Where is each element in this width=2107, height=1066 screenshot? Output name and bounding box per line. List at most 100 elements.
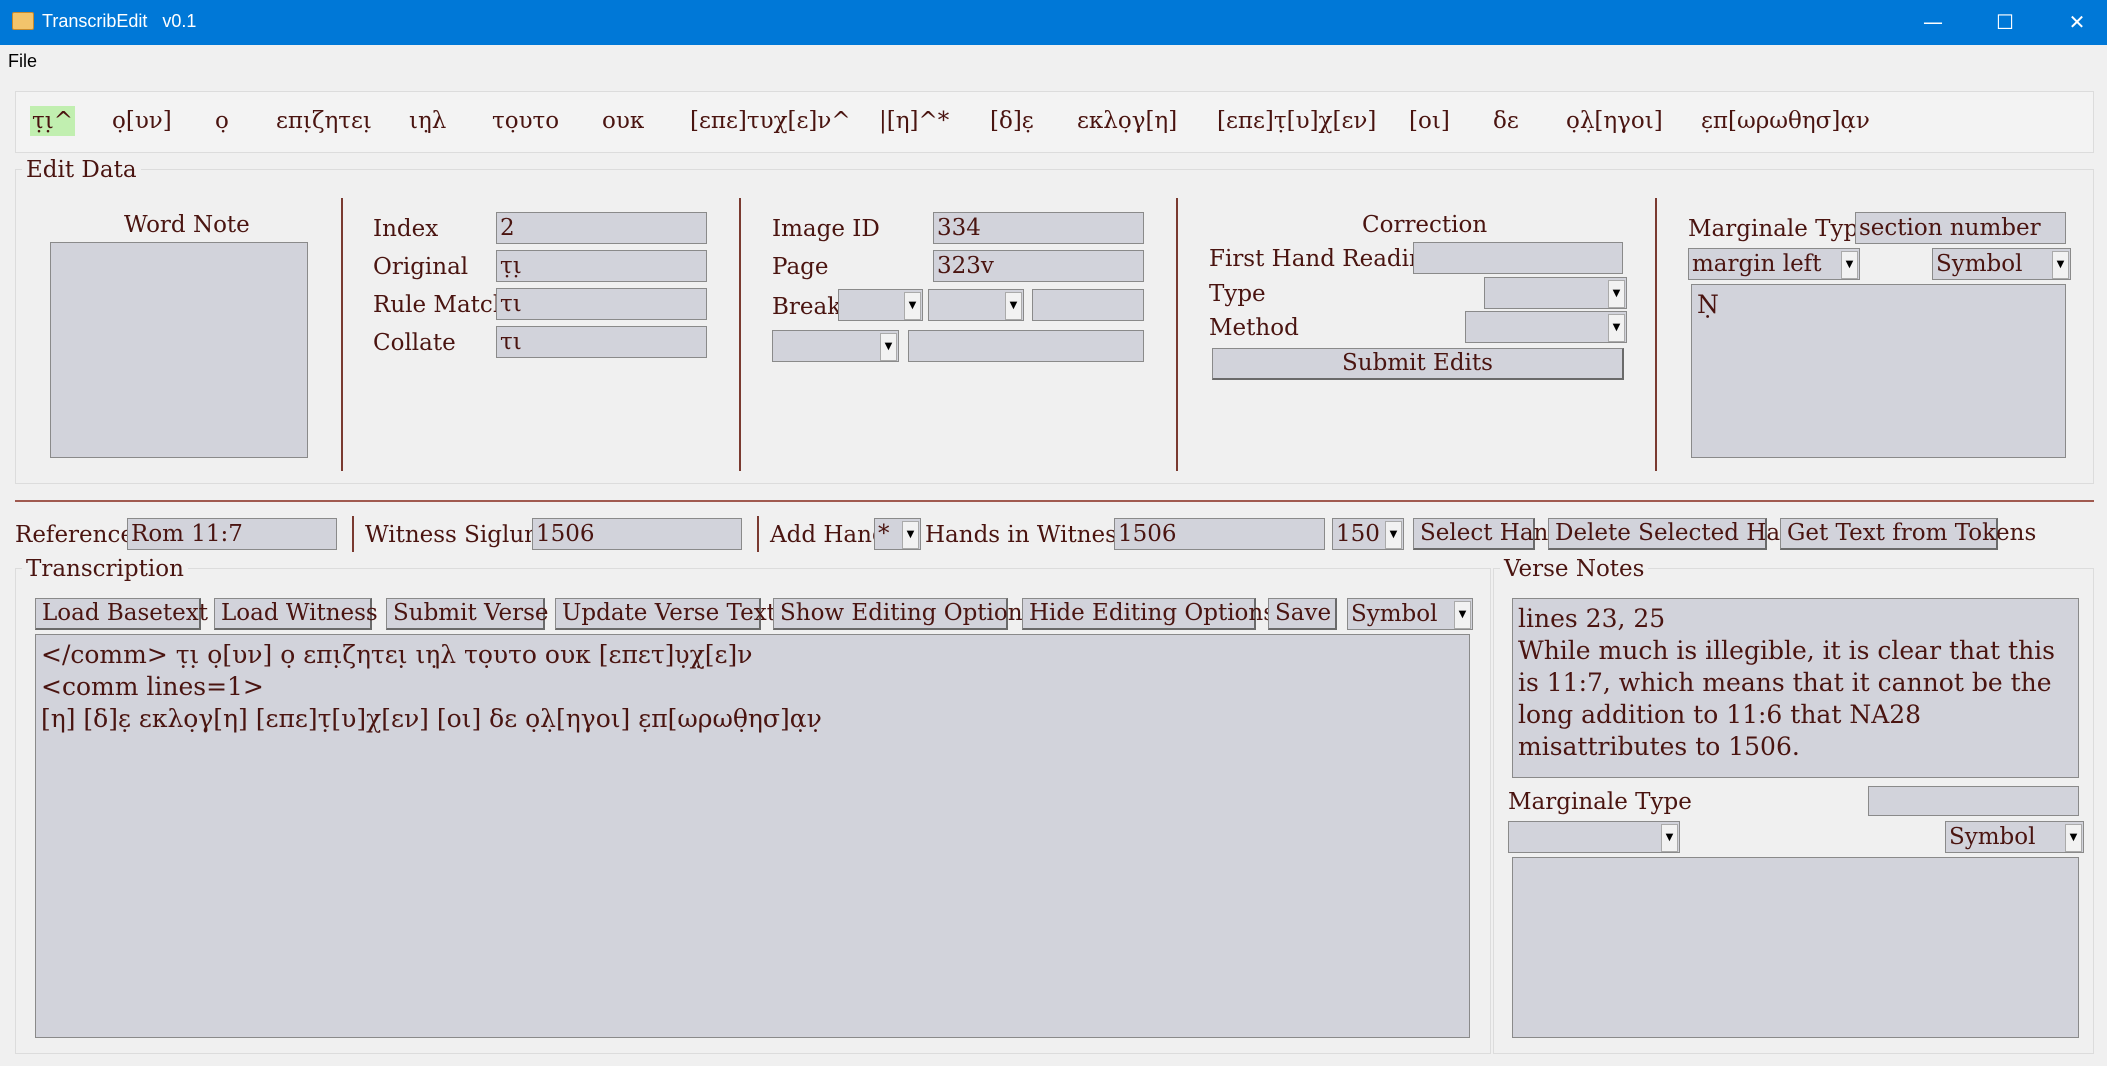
select-hand-button[interactable]: Select Hand bbox=[1413, 518, 1563, 550]
reference-label: Reference bbox=[15, 522, 134, 548]
minimize-button[interactable]: — bbox=[1902, 0, 1964, 45]
token-item[interactable]: εκλο̣γ[η] bbox=[1075, 106, 1179, 136]
chevron-down-icon: ▼ bbox=[1661, 824, 1678, 852]
token-item[interactable]: [επε]τυχ[ε]ν^ bbox=[688, 106, 853, 136]
token-strip: τ̣ι̣^ ο̣[υν] ο̣ επι̣ζητει̣ ιη̣λ το̣υτο ο… bbox=[15, 91, 2094, 153]
verse-symbol-value: Symbol bbox=[1949, 824, 2036, 850]
show-editing-options-button[interactable]: Show Editing Options bbox=[773, 598, 1034, 630]
add-hand-select[interactable]: * ▼ bbox=[874, 518, 921, 550]
first-hand-reading-field[interactable] bbox=[1413, 242, 1623, 274]
verse-marginale-type-field[interactable] bbox=[1868, 786, 2079, 816]
collate-field[interactable]: τι bbox=[496, 326, 707, 358]
break-field-2[interactable] bbox=[908, 330, 1144, 362]
verse-notes-textarea[interactable]: lines 23, 25 While much is illegible, it… bbox=[1512, 598, 2079, 778]
correction-method-select[interactable]: ▼ bbox=[1465, 311, 1627, 343]
image-id-label: Image ID bbox=[772, 216, 880, 242]
correction-type-select[interactable]: ▼ bbox=[1484, 277, 1627, 309]
chevron-down-icon: ▼ bbox=[1841, 251, 1858, 279]
update-verse-text-button[interactable]: Update Verse Text bbox=[555, 598, 776, 630]
break-select-1[interactable]: ▼ bbox=[838, 289, 923, 321]
rule-match-label: Rule Match bbox=[373, 292, 508, 318]
break-field[interactable] bbox=[1032, 289, 1144, 321]
token-item[interactable]: [οι] bbox=[1407, 106, 1452, 136]
transcription-line: </comm> τ̣ι̣ ο̣[υν] ο̣ επι̣ζητει̣ ιη̣λ τ… bbox=[41, 640, 753, 669]
submit-edits-button[interactable]: Submit Edits bbox=[1212, 348, 1624, 380]
hand-select[interactable]: 150 ▼ bbox=[1332, 518, 1404, 550]
witness-siglum-field[interactable]: 1506 bbox=[532, 518, 742, 550]
first-hand-reading-label: First Hand Reading bbox=[1209, 246, 1439, 272]
marginale-symbol-value: Symbol bbox=[1936, 251, 2023, 277]
marginale-position-value: margin left bbox=[1692, 251, 1822, 277]
load-witness-button[interactable]: Load Witness bbox=[214, 598, 378, 630]
hand-select-value: 150 bbox=[1336, 521, 1380, 547]
token-item[interactable]: επι̣ζητει̣ bbox=[274, 106, 374, 136]
verse-notes-body: While much is illegible, it is clear tha… bbox=[1518, 636, 2055, 761]
marginale-symbol-select[interactable]: Symbol ▼ bbox=[1932, 248, 2071, 280]
index-field[interactable]: 2 bbox=[496, 212, 707, 244]
separator bbox=[15, 500, 2094, 502]
collate-label: Collate bbox=[373, 330, 456, 356]
token-item[interactable]: ε̣π[ωρωθησ]α̣ν bbox=[1699, 106, 1872, 136]
separator bbox=[1655, 198, 1657, 471]
chevron-down-icon: ▼ bbox=[1385, 521, 1402, 549]
transcription-textarea[interactable]: </comm> τ̣ι̣ ο̣[υν] ο̣ επι̣ζητει̣ ιη̣λ τ… bbox=[35, 634, 1470, 1038]
image-id-field[interactable]: 334 bbox=[933, 212, 1144, 244]
token-item[interactable]: δε bbox=[1491, 106, 1521, 136]
token-item[interactable]: το̣υτο bbox=[490, 106, 561, 136]
delete-selected-hand-button[interactable]: Delete Selected Hand bbox=[1548, 518, 1810, 550]
load-basetext-button[interactable]: Load Basetext bbox=[35, 598, 208, 630]
marginale-textarea[interactable]: Ṇ bbox=[1691, 284, 2066, 458]
folder-icon bbox=[12, 12, 34, 30]
close-button[interactable]: ✕ bbox=[2046, 0, 2107, 45]
transcription-line: <comm lines=1> bbox=[41, 672, 264, 701]
page-field[interactable]: 323v bbox=[933, 250, 1144, 282]
chevron-down-icon: ▼ bbox=[1608, 280, 1625, 308]
rule-match-field[interactable]: τι bbox=[496, 288, 707, 320]
token-item[interactable]: ιη̣λ bbox=[407, 106, 448, 136]
verse-marginale-textarea[interactable] bbox=[1512, 857, 2079, 1038]
add-hand-label: Add Hand bbox=[770, 522, 887, 548]
token-item[interactable]: [επε]τ̣[υ]χ[εν] bbox=[1215, 106, 1378, 136]
separator bbox=[341, 198, 343, 471]
token-item[interactable]: ο̣ bbox=[213, 106, 231, 136]
witness-siglum-label: Witness Siglum bbox=[365, 522, 546, 548]
hands-in-witness-field[interactable]: 1506 bbox=[1114, 518, 1325, 550]
transcription-line: [η] [δ]ε̣ εκλο̣γ[η] [επε]τ̣[υ]χ[εν] [οι]… bbox=[41, 704, 822, 733]
separator bbox=[757, 516, 759, 552]
break-select-2[interactable]: ▼ bbox=[928, 289, 1024, 321]
token-item[interactable]: [δ]ε̣ bbox=[988, 106, 1036, 136]
save-button[interactable]: Save bbox=[1268, 598, 1337, 630]
token-item[interactable]: ουκ bbox=[600, 106, 646, 136]
verse-marginale-type-label: Marginale Type bbox=[1508, 789, 1692, 815]
add-hand-value: * bbox=[878, 521, 890, 547]
submit-verse-button[interactable]: Submit Verse bbox=[386, 598, 549, 630]
token-item[interactable]: ο̣[υν] bbox=[110, 106, 174, 136]
token-item[interactable]: ο̣λ̣[ηγοι] bbox=[1564, 106, 1665, 136]
original-field[interactable]: τ̣ι̣ bbox=[496, 250, 707, 282]
verse-symbol-select[interactable]: Symbol ▼ bbox=[1945, 821, 2084, 853]
chevron-down-icon: ▼ bbox=[880, 333, 897, 361]
word-note-textarea[interactable] bbox=[50, 242, 308, 458]
correction-method-label: Method bbox=[1209, 315, 1299, 341]
verse-marginale-select[interactable]: ▼ bbox=[1508, 821, 1680, 853]
break-select-3[interactable]: ▼ bbox=[772, 330, 899, 362]
get-text-from-tokens-button[interactable]: Get Text from Tokens bbox=[1780, 518, 2036, 550]
window-title: TranscribEdit v0.1 bbox=[42, 11, 197, 31]
verse-notes-line: lines 23, 25 bbox=[1518, 604, 1666, 633]
marginale-type-field[interactable]: section number bbox=[1855, 212, 2066, 244]
chevron-down-icon: ▼ bbox=[1454, 601, 1471, 629]
menu-file[interactable]: File bbox=[8, 51, 37, 72]
token-item[interactable]: τ̣ι̣^ bbox=[30, 106, 76, 136]
separator bbox=[739, 198, 741, 471]
reference-field[interactable]: Rom 11:7 bbox=[127, 518, 337, 550]
original-label: Original bbox=[373, 254, 469, 280]
chevron-down-icon: ▼ bbox=[1005, 292, 1022, 320]
marginale-position-select[interactable]: margin left ▼ bbox=[1688, 248, 1860, 280]
index-label: Index bbox=[373, 216, 439, 242]
transcription-label: Transcription bbox=[22, 556, 188, 582]
hide-editing-options-button[interactable]: Hide Editing Options bbox=[1022, 598, 1275, 630]
token-item[interactable]: |[η]^* bbox=[877, 106, 951, 136]
symbol-select[interactable]: Symbol ▼ bbox=[1347, 598, 1473, 630]
symbol-select-value: Symbol bbox=[1351, 601, 1438, 627]
maximize-button[interactable]: ☐ bbox=[1974, 0, 2036, 45]
